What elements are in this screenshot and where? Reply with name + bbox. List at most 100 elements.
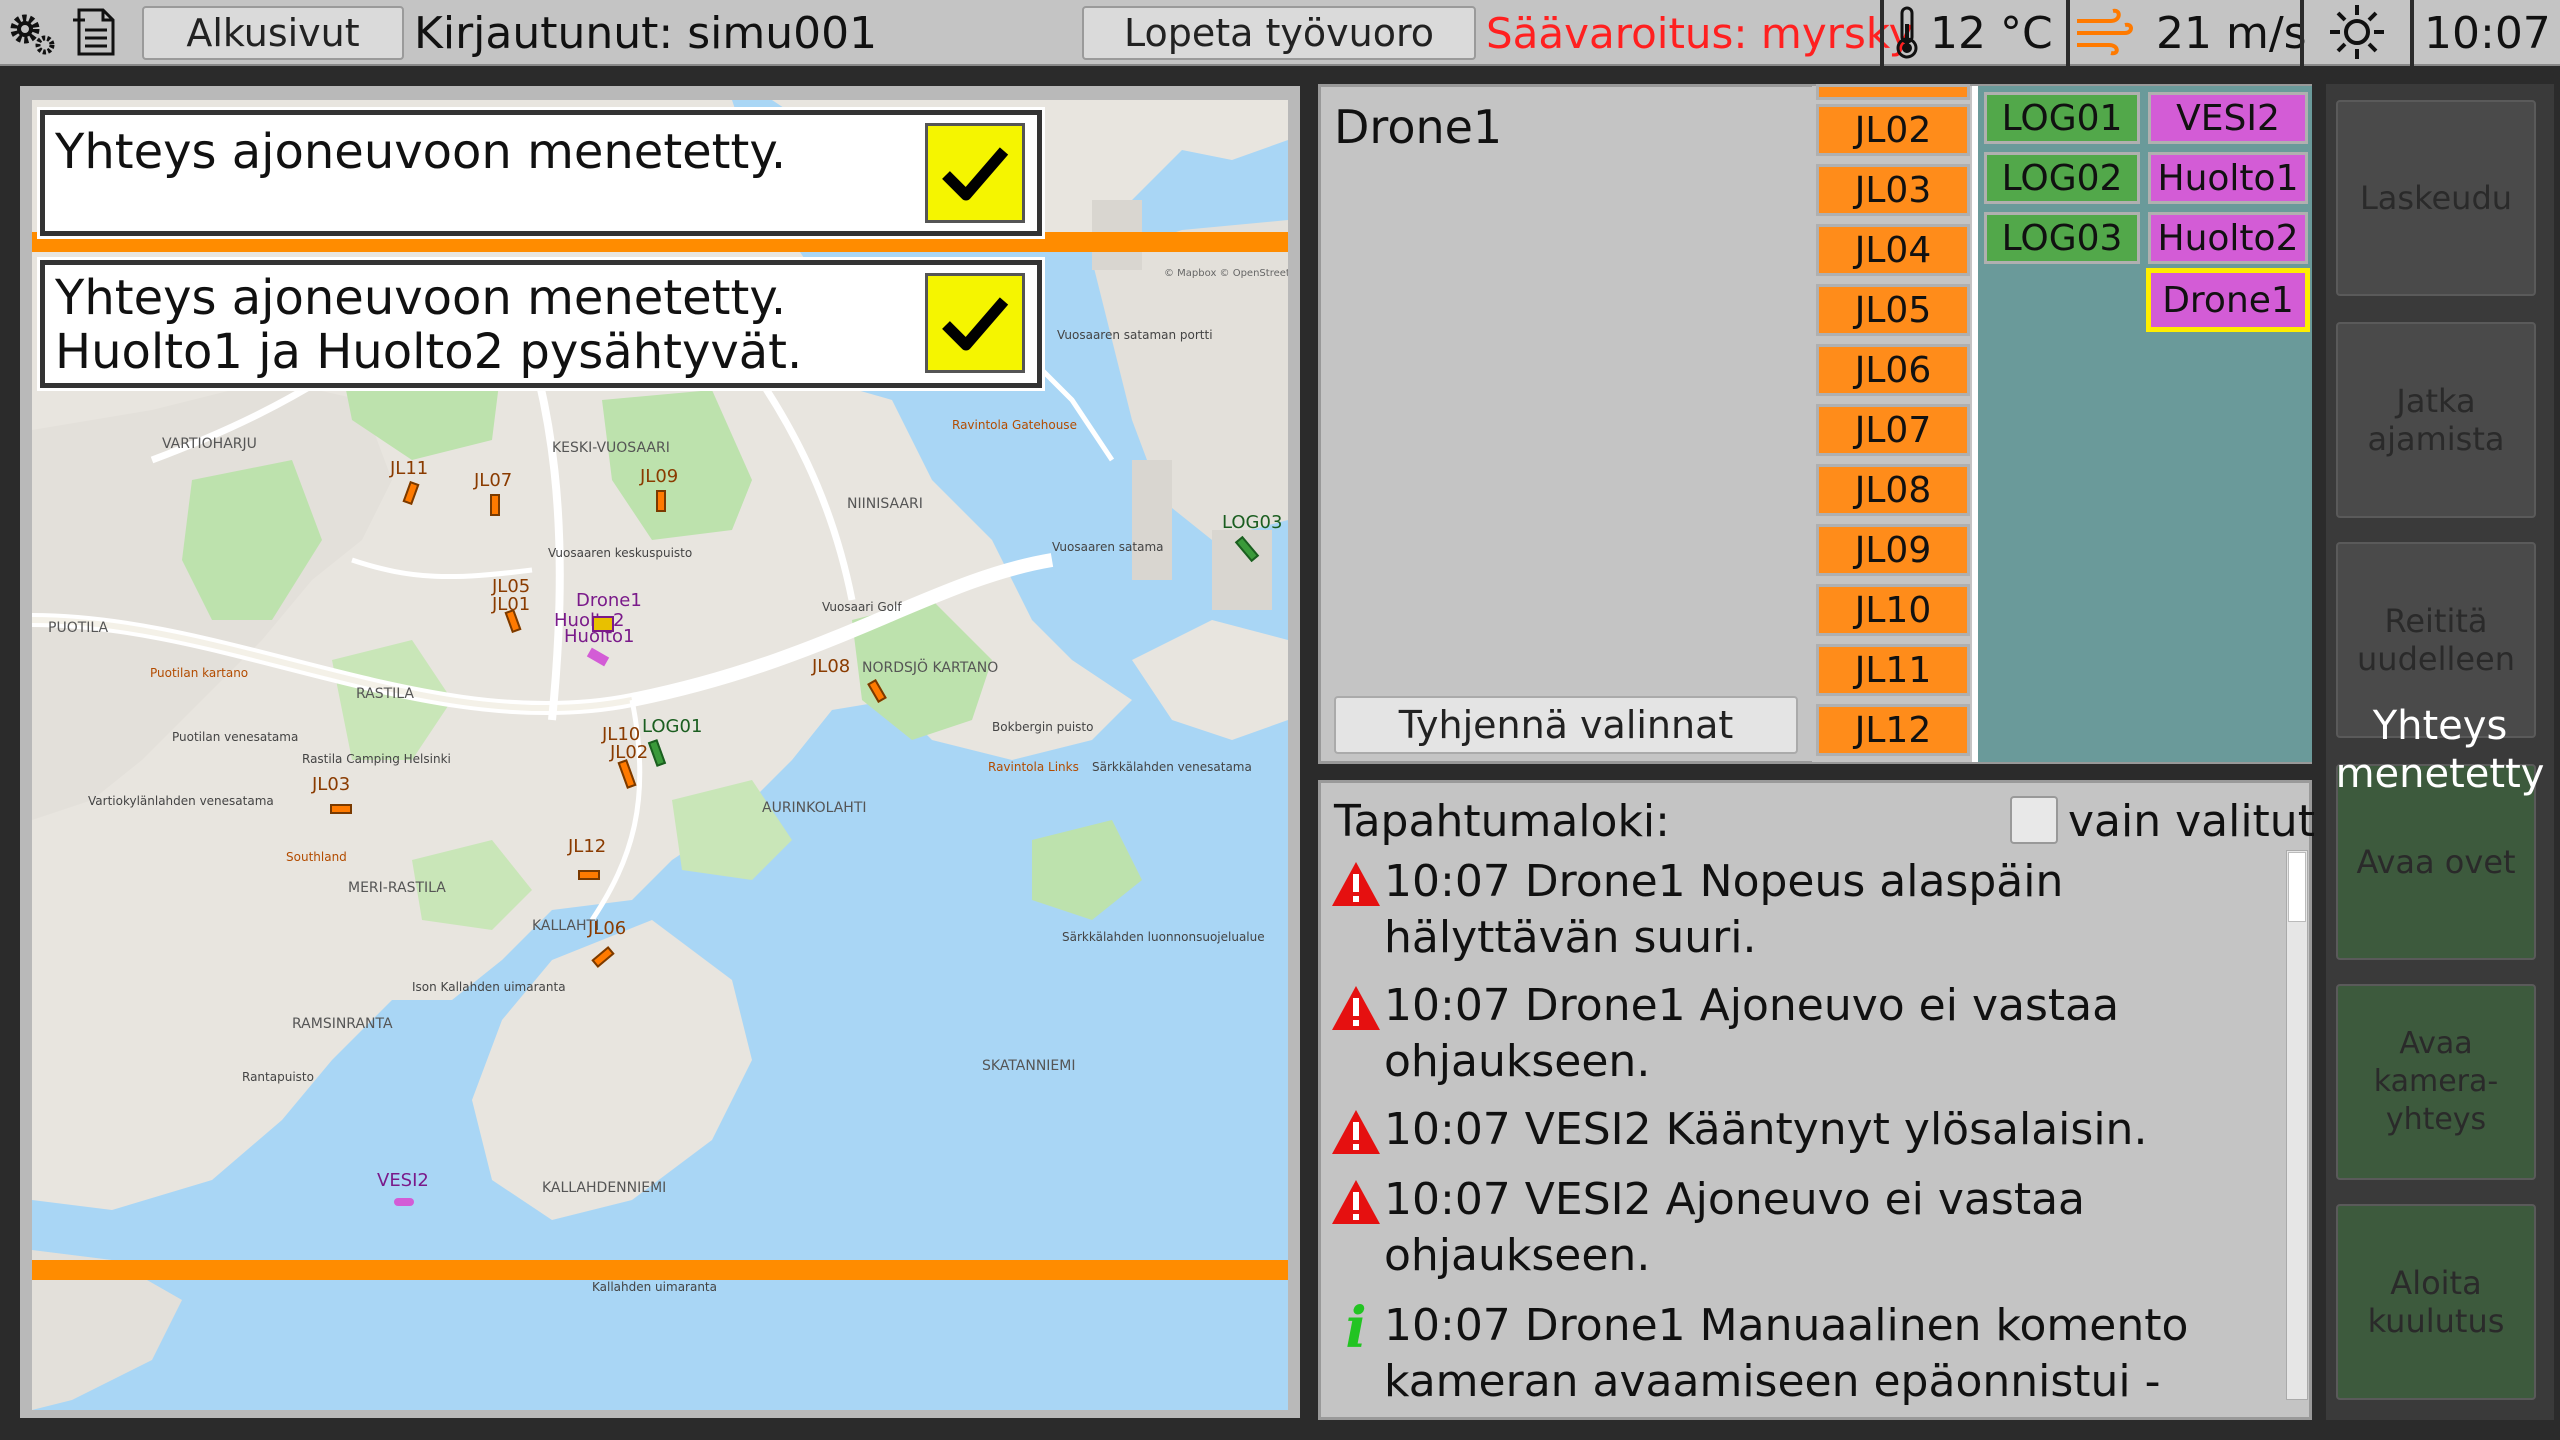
vehicle-label: JL11 bbox=[390, 458, 429, 479]
place-label: RAMSINRANTA bbox=[292, 1016, 393, 1032]
warning-icon bbox=[1330, 984, 1382, 1036]
vehicle-button[interactable]: LOG01 bbox=[1984, 92, 2140, 144]
vehicle-label: LOG03 bbox=[1222, 512, 1283, 533]
vehicle-label: JL09 bbox=[640, 466, 679, 487]
log-scrollbar[interactable] bbox=[2286, 850, 2308, 1400]
weather-warning: Säävaroitus: myrsky bbox=[1486, 8, 1914, 58]
log-entry: 10:07 VESI2 Kääntynyt ylösalaisin. bbox=[1384, 1104, 2148, 1155]
place-label: MERI-RASTILA bbox=[348, 880, 446, 896]
place-label: Vuosaari Golf bbox=[822, 600, 902, 614]
end-shift-button[interactable]: Lopeta työvuoro bbox=[1082, 6, 1476, 60]
acknowledge-button[interactable] bbox=[925, 123, 1025, 223]
connection-lost-status: Yhteys menetetty bbox=[2335, 703, 2545, 797]
log-entry: 10:07 Drone1 Manuaalinen komento kameran… bbox=[1384, 1300, 2189, 1407]
vehicle-button[interactable]: LOG02 bbox=[1984, 152, 2140, 204]
log-entry: 10:07 Drone1 Ajoneuvo ei vastaa ohjaukse… bbox=[1384, 980, 2120, 1087]
place-label: Särkkälahden venesatama bbox=[1092, 760, 1252, 774]
vehicle-label: JL02 bbox=[610, 742, 649, 763]
place-label: Vartiokylänlahden venesatama bbox=[88, 794, 274, 808]
vehicle-marker[interactable] bbox=[330, 804, 352, 814]
place-label: KALLAHDENNIEMI bbox=[542, 1180, 667, 1196]
warning-icon bbox=[1330, 860, 1382, 912]
vehicle-button[interactable]: JL07 bbox=[1816, 404, 1970, 456]
sun-icon bbox=[2326, 5, 2388, 59]
vehicle-marker[interactable] bbox=[490, 494, 500, 516]
vehicle-marker[interactable] bbox=[578, 870, 600, 880]
vehicle-label: JL06 bbox=[588, 918, 627, 939]
separator bbox=[1880, 0, 1884, 66]
vehicle-label: JL12 bbox=[568, 836, 607, 857]
place-label: Kallahden uimaranta bbox=[592, 1280, 717, 1294]
land-button[interactable]: Laskeudu bbox=[2336, 100, 2536, 296]
log-scroll-thumb[interactable] bbox=[2288, 852, 2306, 922]
map-attribution: © Mapbox © OpenStreetMap bbox=[1164, 268, 1288, 279]
vehicle-button[interactable]: JL12 bbox=[1816, 704, 1970, 756]
vehicle-button[interactable]: VESI2 bbox=[2148, 92, 2308, 144]
top-bar: Alkusivut Kirjautunut: simu001 Lopeta ty… bbox=[0, 0, 2560, 66]
vehicle-button[interactable]: LOG03 bbox=[1984, 212, 2140, 264]
log-entry: 10:07 VESI2 Ajoneuvo ei vastaa ohjauksee… bbox=[1384, 1174, 2085, 1281]
place-label: AURINKOLAHTI bbox=[762, 800, 867, 816]
place-label: Bokbergin puisto bbox=[992, 720, 1094, 734]
place-label: NORDSJÖ KARTANO bbox=[862, 660, 999, 676]
clock: 10:07 bbox=[2424, 7, 2551, 59]
continue-driving-button[interactable]: Jatka ajamista bbox=[2336, 322, 2536, 518]
selected-vehicle-name: Drone1 bbox=[1334, 100, 1503, 154]
alert-text: Yhteys ajoneuvoon menetetty. bbox=[55, 124, 787, 180]
vehicle-button[interactable]: JL04 bbox=[1816, 224, 1970, 276]
clear-selection-button[interactable]: Tyhjennä valinnat bbox=[1334, 696, 1798, 754]
separator bbox=[2300, 0, 2304, 66]
gears-icon[interactable] bbox=[6, 6, 58, 58]
place-label: PUOTILA bbox=[48, 620, 109, 636]
place-label: Vuosaaren keskuspuisto bbox=[548, 546, 693, 560]
place-label: Vuosaaren sataman portti bbox=[1057, 328, 1213, 342]
vehicle-button[interactable]: JL08 bbox=[1816, 464, 1970, 516]
vehicle-button[interactable]: JL03 bbox=[1816, 164, 1970, 216]
vehicle-button[interactable]: JL09 bbox=[1816, 524, 1970, 576]
vehicle-button[interactable]: Huolto2 bbox=[2148, 212, 2308, 264]
check-icon bbox=[942, 147, 1009, 201]
vehicle-button-selected[interactable]: Drone1 bbox=[2146, 268, 2310, 332]
wind-icon bbox=[2074, 6, 2134, 58]
drone-marker[interactable] bbox=[592, 616, 614, 632]
only-selected-checkbox[interactable] bbox=[2010, 796, 2058, 844]
warning-icon bbox=[1330, 1108, 1382, 1160]
document-icon[interactable] bbox=[70, 6, 122, 58]
place-label: KESKI-VUOSAARI bbox=[552, 440, 670, 456]
vehicle-button[interactable]: JL10 bbox=[1816, 584, 1970, 636]
log-entry: 10:07 Drone1 Nopeus alaspäin hälyttävän … bbox=[1384, 856, 2064, 963]
vehicle-button[interactable]: JL05 bbox=[1816, 284, 1970, 336]
place-label: Särkkälahden luonnonsuojelualue bbox=[1062, 930, 1265, 944]
vehicle-label: VESI2 bbox=[377, 1170, 429, 1191]
vehicle-button[interactable] bbox=[1816, 84, 1970, 100]
only-selected-label: vain valitut bbox=[2068, 796, 2315, 847]
vehicle-label: LOG01 bbox=[642, 716, 703, 737]
vehicle-label: Drone1 bbox=[576, 590, 642, 611]
temperature: 12 °C bbox=[1930, 7, 2053, 59]
place-label: Southland bbox=[286, 850, 347, 864]
place-label: Puotilan venesatama bbox=[172, 730, 299, 744]
vehicle-marker[interactable] bbox=[394, 1198, 414, 1206]
acknowledge-button[interactable] bbox=[925, 273, 1025, 373]
place-label: Puotilan kartano bbox=[150, 666, 249, 680]
place-label: Ison Kallahden uimaranta bbox=[412, 980, 566, 994]
event-log-title: Tapahtumaloki: bbox=[1334, 796, 1670, 847]
vehicle-button[interactable]: JL02 bbox=[1816, 104, 1970, 156]
place-label: Ravintola Links bbox=[988, 760, 1079, 774]
logged-in-user: Kirjautunut: simu001 bbox=[414, 7, 878, 59]
place-label: Rastila Camping Helsinki bbox=[302, 752, 451, 766]
open-camera-button[interactable]: Avaa kamera-yhteys bbox=[2336, 984, 2536, 1180]
start-announcement-button[interactable]: Aloita kuulutus bbox=[2336, 1204, 2536, 1400]
column-divider bbox=[1972, 86, 1978, 762]
alert-box: Yhteys ajoneuvoon menetetty. bbox=[40, 110, 1042, 236]
thermometer-icon bbox=[1890, 6, 1924, 59]
vehicle-button[interactable]: JL06 bbox=[1816, 344, 1970, 396]
alert-strip bbox=[32, 1260, 1288, 1280]
vehicle-button[interactable]: JL11 bbox=[1816, 644, 1970, 696]
place-label: Ravintola Gatehouse bbox=[952, 418, 1077, 432]
vehicle-marker[interactable] bbox=[656, 490, 666, 512]
place-label: VARTIOHARJU bbox=[162, 436, 257, 452]
place-label: RASTILA bbox=[356, 686, 415, 702]
vehicle-button[interactable]: Huolto1 bbox=[2148, 152, 2308, 204]
home-button[interactable]: Alkusivut bbox=[142, 6, 404, 60]
